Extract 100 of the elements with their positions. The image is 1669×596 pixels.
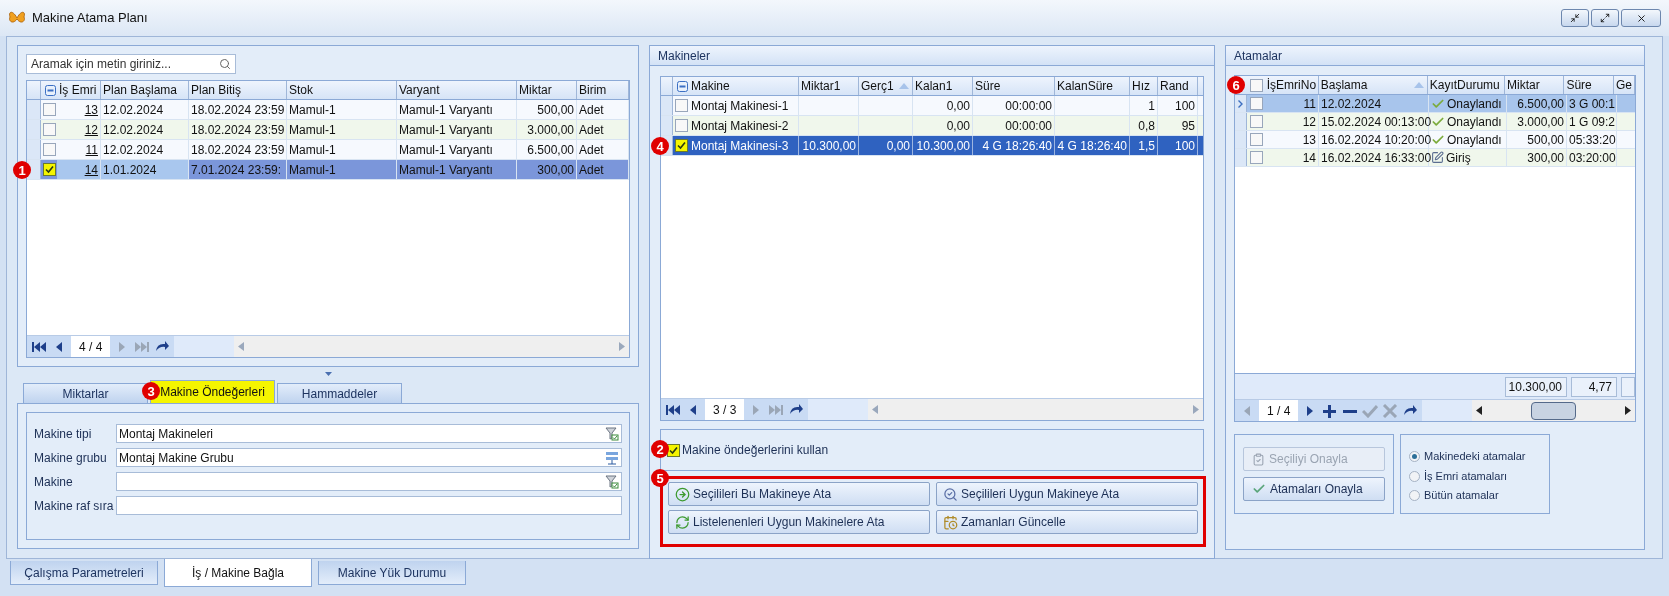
order-number-link[interactable]: 12 [57,120,101,139]
order-number-link[interactable]: 14 [57,160,101,179]
check-icon[interactable] [1362,403,1379,418]
minimize-button[interactable] [1561,9,1589,27]
checkbox[interactable] [1250,97,1263,110]
approve-button[interactable]: Atamaları Onayla [1243,477,1385,501]
checkbox[interactable] [43,123,56,136]
tab[interactable]: Miktarlar [23,383,148,403]
scrollbar-thumb[interactable] [1531,401,1577,420]
checkbox[interactable] [43,103,56,116]
column-header[interactable]: Süre [973,77,1055,95]
tab[interactable]: İş / Makine Bağla [164,559,312,587]
table-row[interactable]: 13 12.02.2024 18.02.2024 23:59 Mamul-1 Mamul-1 Varyantı 500,00 Adet [27,100,629,120]
table-cell: 500,00 [517,100,577,119]
add-icon[interactable] [1322,403,1339,418]
column-header[interactable]: Plan Başlama [101,81,189,99]
horizontal-scrollbar[interactable] [1472,400,1635,421]
scroll-left-icon[interactable] [1476,406,1483,415]
table-cell: 3.000,00 [517,120,577,139]
table-cell: Mamul-1 [287,140,397,159]
callout-number: 1 [13,161,31,179]
input-field[interactable]: Montaj Makine Grubu [116,448,622,467]
checkbox[interactable] [675,99,688,112]
table-row[interactable]: 12 12.02.2024 18.02.2024 23:59 Mamul-1 Mamul-1 Varyantı 3.000,00 Adet [27,120,629,140]
first-record-icon[interactable] [31,339,47,354]
column-header[interactable]: Hız [1130,77,1158,95]
summary-total: 10.300,00 [1505,376,1567,397]
checkbox[interactable] [675,139,688,152]
table-row[interactable]: Montaj Makinesi-2 0,00 00:00:00 0,8 95 [661,116,1203,136]
column-header[interactable]: Süre [1564,76,1614,94]
table-row[interactable]: 11 12.02.2024 Onaylandı 6.500,00 3 G 00:1 [1235,95,1635,113]
checkbox[interactable] [675,119,688,132]
tab[interactable]: Makine Yük Durumu [318,561,466,585]
radio-button[interactable] [1409,490,1420,501]
column-header[interactable]: İş Emri [57,81,101,99]
checkbox[interactable] [43,163,56,176]
table-row[interactable]: 13 16.02.2024 10:20:00 Onaylandı 500,00 05:33:20 [1235,131,1635,149]
checkbox[interactable] [667,443,680,457]
collapse-icon[interactable] [45,84,56,96]
column-header[interactable]: Stok [287,81,397,99]
scroll-right-icon[interactable] [1625,406,1631,415]
checkbox[interactable] [1250,115,1263,128]
radio-option[interactable]: Makinedeki atamalar [1409,448,1549,465]
column-header[interactable]: Kalan1 [913,77,973,95]
action-button[interactable]: Seçilileri Bu Makineye Ata [668,482,930,506]
column-header[interactable]: KalanSüre [1055,77,1130,95]
column-header[interactable]: İşEmriNo [1264,76,1319,94]
table-cell: 15.02.2024 00:13:00 [1319,113,1429,130]
action-button[interactable]: Listelenenleri Uygun Makinelere Ata [668,510,930,534]
radio-button[interactable] [1409,451,1420,462]
column-header[interactable]: Başlama [1318,76,1428,94]
table-cell: Adet [577,160,629,179]
field-label: Makine raf sıra [34,497,115,515]
action-button[interactable]: Zamanları Güncelle [936,510,1198,534]
action-button[interactable]: Seçilileri Uygun Makineye Ata [936,482,1198,506]
column-header[interactable]: Miktar1 [799,77,859,95]
table-cell: Mamul-1 Varyantı [397,120,517,139]
maximize-button[interactable] [1591,9,1619,27]
maximize-icon [1600,13,1610,23]
filter-check-icon[interactable] [605,426,619,441]
column-header[interactable]: Miktar [517,81,577,99]
table-row[interactable]: Montaj Makinesi-1 0,00 00:00:00 1 100 [661,96,1203,116]
tab[interactable]: Çalışma Parametreleri [10,561,158,585]
hierarchy-icon[interactable] [605,450,619,465]
checkbox[interactable] [1250,151,1263,164]
first-record-icon[interactable] [665,402,681,417]
checkbox[interactable] [1250,133,1263,146]
collapse-icon[interactable] [677,80,688,92]
table-row[interactable]: 14 16.02.2024 16:33:00 Giriş 300,00 03:20:00 [1235,149,1635,167]
order-number-link[interactable]: 11 [57,140,101,159]
radio-option[interactable]: Bütün atamalar [1409,487,1549,504]
filter-check-icon[interactable] [605,474,619,489]
order-number-link[interactable]: 13 [57,100,101,119]
radio-button[interactable] [1409,470,1420,482]
input-field[interactable]: Montaj Makineleri [116,424,622,443]
search-field[interactable]: Aramak için metin giriniz... [26,54,236,74]
close-button[interactable] [1621,9,1661,27]
radio-option[interactable]: İş Emri atamaları [1409,467,1549,485]
checkbox[interactable] [43,143,56,156]
checkbox-label[interactable]: Makine öndeğerlerini kullan [682,441,829,459]
input-field[interactable] [116,472,622,491]
table-row[interactable]: 11 12.02.2024 18.02.2024 23:59 Mamul-1 Mamul-1 Varyantı 6.500,00 Adet [27,140,629,160]
splitter-handle-icon[interactable] [324,371,332,376]
column-header[interactable]: Varyant [397,81,517,99]
checkbox[interactable] [1249,78,1263,92]
table-row[interactable]: 12 15.02.2024 00:13:00 Onaylandı 3.000,00 1 G 09:2 [1235,113,1635,131]
column-header[interactable]: Gerç1 [859,77,913,95]
column-header[interactable]: Rand [1158,77,1198,95]
table-cell: Montaj Makinesi-3 [689,136,799,155]
tab[interactable]: Hammaddeler [277,383,402,403]
column-header[interactable]: KayıtDurumu [1427,76,1505,94]
table-row[interactable]: 14 1.01.2024 7.01.2024 23:59: Mamul-1 Mamul-1 Varyantı 300,00 Adet [27,160,629,180]
table-cell: 13 [1265,131,1319,148]
column-header[interactable]: Makine [689,77,799,95]
column-header[interactable]: Miktar [1505,76,1565,94]
column-header[interactable]: Ge [1614,76,1635,94]
input-field[interactable] [116,496,622,515]
column-header[interactable]: Plan Bitiş [189,81,287,99]
search-icon[interactable] [219,58,231,70]
column-header[interactable]: Birim [577,81,629,99]
